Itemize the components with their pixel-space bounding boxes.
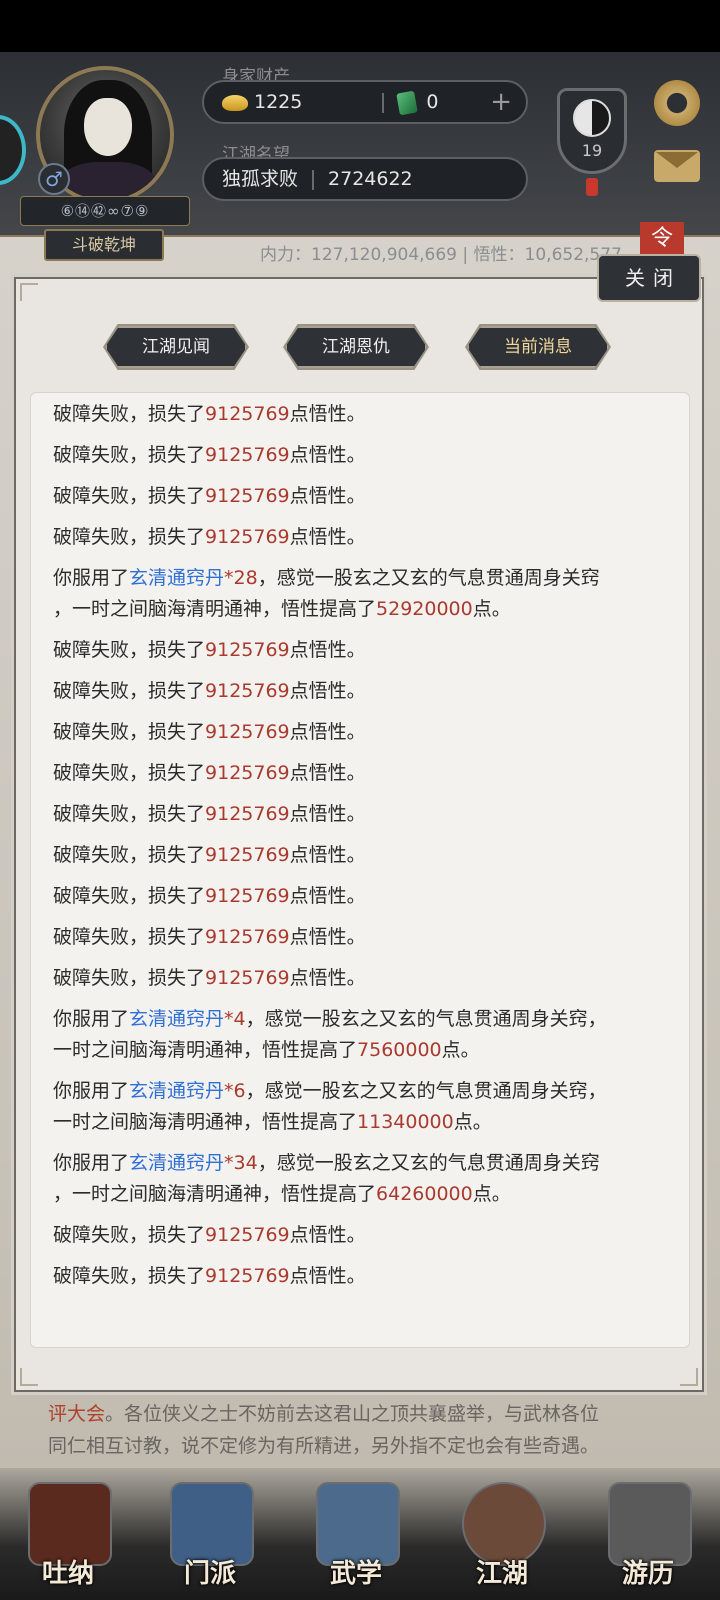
tassel-decoration [586, 178, 598, 196]
corner-ornament [20, 1368, 38, 1386]
message-pill: 你服用了玄清通窍丹*34，感觉一股玄之又玄的气息贯通周身关窍 ，一时之间脑海清明通… [53, 1152, 600, 1205]
nav-martial-arts[interactable]: 武学 [306, 1472, 406, 1592]
message-fail: 破障失败，损失了9125769点悟性。 [53, 639, 366, 661]
avatar-mask [84, 98, 132, 156]
event-link[interactable]: 评大会 [48, 1403, 105, 1425]
nav-travel[interactable]: 游历 [598, 1472, 698, 1592]
fame-title: 独孤求败 [222, 168, 299, 190]
tab-jianghu-feuds[interactable]: 江湖恩仇 [285, 326, 427, 368]
message-fail: 破障失败，损失了9125769点悟性。 [53, 885, 366, 907]
wealth-bar: 1225 0 + [202, 80, 528, 124]
message-fail: 破障失败，损失了9125769点悟性。 [53, 803, 366, 825]
message-fail: 破障失败，损失了9125769点悟性。 [53, 526, 366, 548]
divider [312, 169, 315, 190]
message-fail: 破障失败，损失了9125769点悟性。 [53, 444, 366, 466]
divider [382, 92, 385, 113]
gear-icon[interactable] [654, 80, 700, 126]
order-badge[interactable]: 令 [640, 222, 684, 256]
message-fail: 破障失败，损失了9125769点悟性。 [53, 485, 366, 507]
gender-icon: ♂ [38, 163, 70, 195]
jade-amount: 0 [426, 91, 439, 113]
nav-breathing[interactable]: 吐纳 [18, 1472, 118, 1592]
message-fail: 破障失败，损失了9125769点悟性。 [53, 926, 366, 948]
message-fail: 破障失败，损失了9125769点悟性。 [53, 967, 366, 989]
event-announcement: 评大会。各位侠义之士不妨前去这君山之顶共襄盛举，与武林各位 同仁相互讨教，说不定… [48, 1403, 600, 1457]
fame-bar: 独孤求败 2724622 [202, 157, 528, 201]
message-fail: 破障失败，损失了9125769点悟性。 [53, 403, 366, 425]
message-fail: 破障失败，损失了9125769点悟性。 [53, 1224, 366, 1246]
gold-amount: 1225 [254, 91, 303, 113]
corner-ornament [20, 283, 38, 301]
mail-icon[interactable] [654, 150, 700, 182]
item-link[interactable]: 玄清通窍丹 [129, 1080, 224, 1102]
taiji-icon [573, 99, 611, 137]
item-link[interactable]: 玄清通窍丹 [129, 567, 224, 589]
rank-code: ⑥⑭㊷∞⑦⑨ [20, 196, 190, 226]
title-plaque[interactable]: 斗破乾坤 [44, 229, 164, 261]
add-currency-button[interactable]: + [490, 82, 512, 122]
nav-jianghu[interactable]: 江湖 [452, 1472, 552, 1592]
message-fail: 破障失败，损失了9125769点悟性。 [53, 721, 366, 743]
close-button[interactable]: 关闭 [597, 254, 701, 302]
message-fail: 破障失败，损失了9125769点悟性。 [53, 762, 366, 784]
player-stats: 内力：127,120,904,669 | 悟性：10,652,577 [260, 245, 622, 265]
tab-current-messages[interactable]: 当前消息 [467, 326, 609, 368]
fame-value: 2724622 [328, 168, 413, 190]
status-bar [0, 0, 720, 52]
jade-icon [396, 90, 419, 115]
nav-sect[interactable]: 门派 [160, 1472, 260, 1592]
message-pill: 你服用了玄清通窍丹*4，感觉一股玄之又玄的气息贯通周身关窍， 一时之间脑海清明通神… [53, 1008, 607, 1061]
message-list[interactable]: 破障失败，损失了9125769点悟性。 破障失败，损失了9125769点悟性。 … [30, 392, 690, 1348]
item-link[interactable]: 玄清通窍丹 [129, 1008, 224, 1030]
message-pill: 你服用了玄清通窍丹*28，感觉一股玄之又玄的气息贯通周身关窍 ，一时之间脑海清明通… [53, 567, 600, 620]
cultivation-level: 19 [581, 141, 603, 160]
gold-ingot-icon [222, 94, 248, 111]
corner-ornament [680, 1368, 698, 1386]
item-link[interactable]: 玄清通窍丹 [129, 1152, 224, 1174]
message-pill: 你服用了玄清通窍丹*6，感觉一股玄之又玄的气息贯通周身关窍， 一时之间脑海清明通神… [53, 1080, 607, 1133]
tab-jianghu-news[interactable]: 江湖见闻 [105, 326, 247, 368]
message-fail: 破障失败，损失了9125769点悟性。 [53, 680, 366, 702]
cultivation-level-badge[interactable]: 19 [557, 88, 627, 174]
message-fail: 破障失败，损失了9125769点悟性。 [53, 844, 366, 866]
message-fail: 破障失败，损失了9125769点悟性。 [53, 1265, 366, 1287]
